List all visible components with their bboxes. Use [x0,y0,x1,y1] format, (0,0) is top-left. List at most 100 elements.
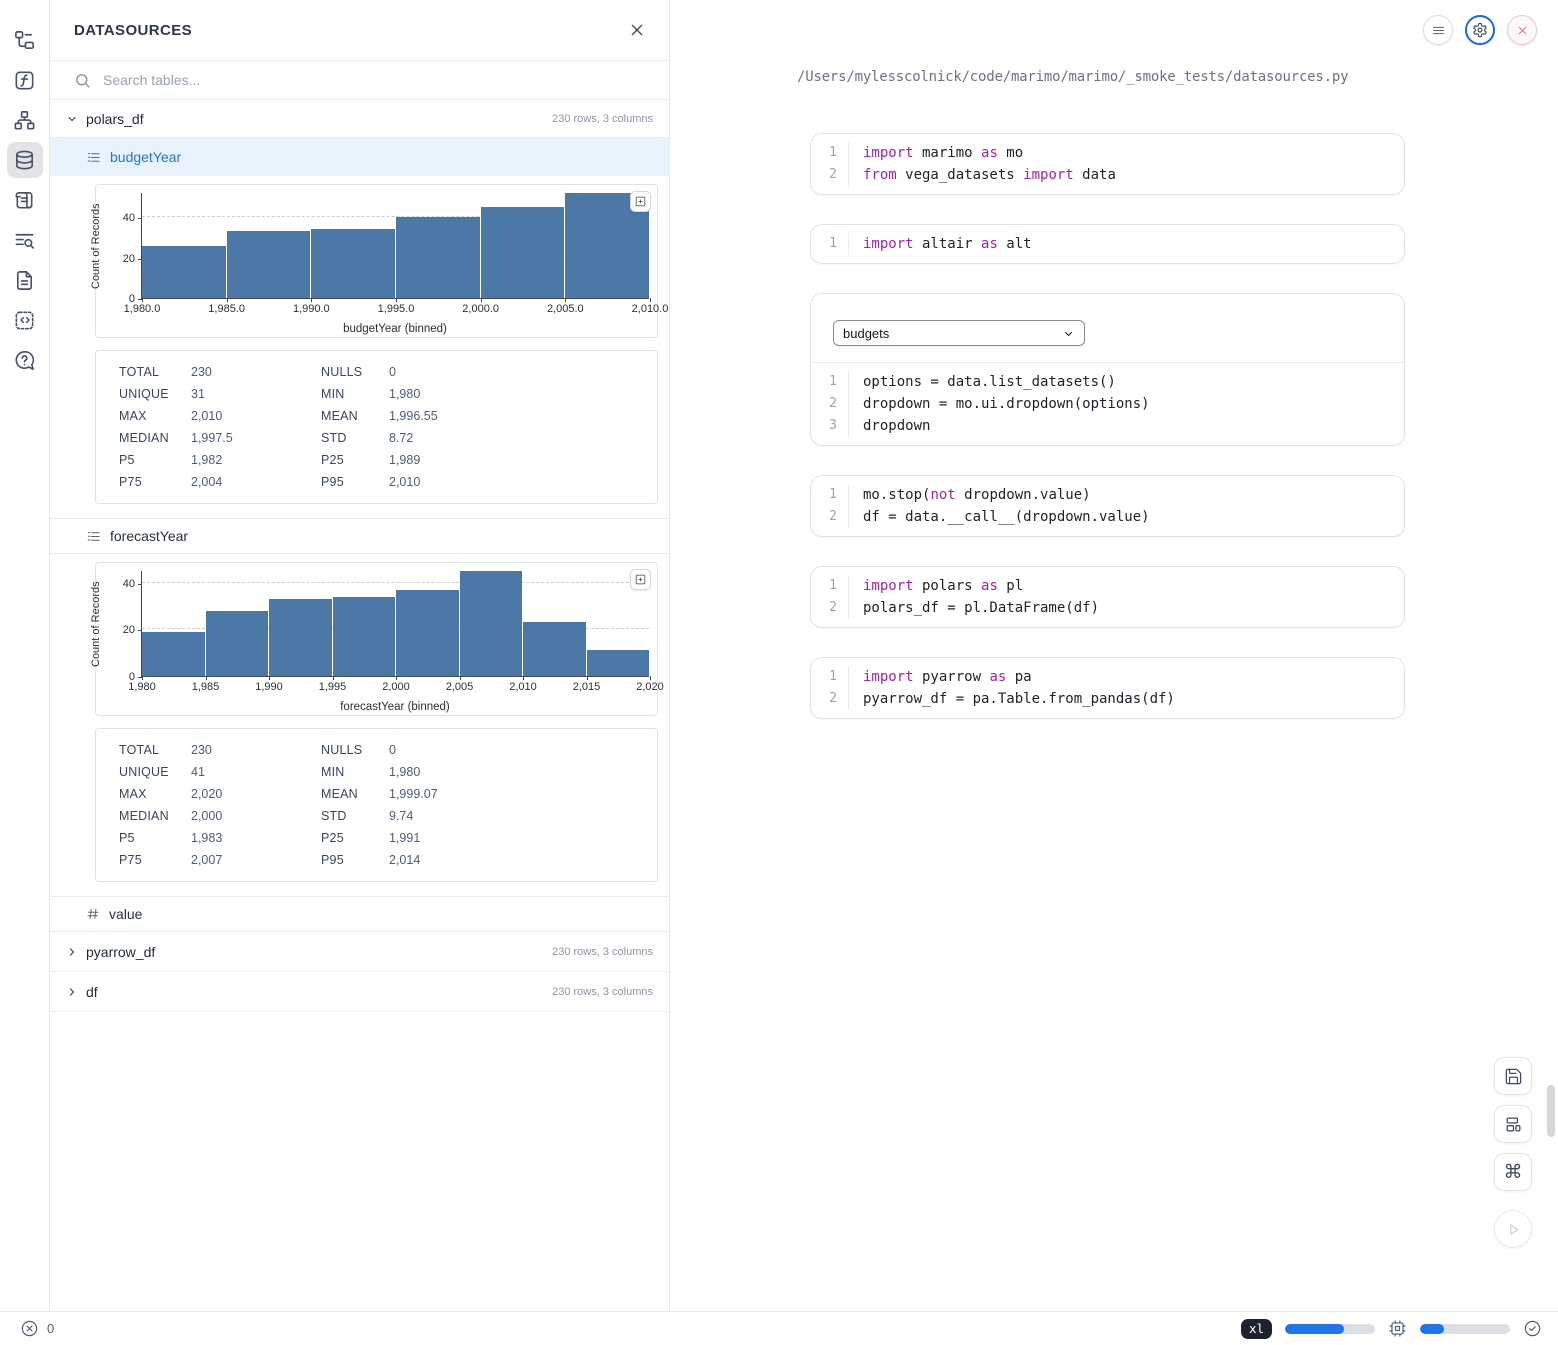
x-tick [396,676,397,680]
numbered-list-icon [86,150,101,165]
hash-icon [86,907,100,921]
histogram-bar [206,611,269,676]
column-row-budgetYear[interactable]: budgetYear [50,138,669,176]
search-tables-input[interactable] [101,71,645,89]
line-number: 1 [811,575,849,597]
code-line: 2from vega_datasets import data [811,164,1404,186]
stat-value: 2,004 [191,471,321,493]
document-icon[interactable] [7,262,43,298]
expand-chart-button[interactable] [630,569,651,590]
y-axis-label: Count of Records [88,571,104,677]
y-tick-label: 40 [123,578,135,590]
scrollbar-thumb[interactable] [1547,1085,1555,1137]
error-count: 0 [47,1321,54,1336]
table-meta: 230 rows, 3 columns [552,946,653,958]
file-path: /Users/mylesscolnick/code/marimo/marimo/… [797,69,1348,85]
x-tick [269,676,270,680]
hamburger-icon [1431,23,1446,38]
shutdown-button[interactable] [1507,15,1537,45]
column-name: forecastYear [110,528,188,544]
x-tick-label: 2,020 [636,681,664,693]
expand-chart-button[interactable] [630,191,651,212]
command-palette-button[interactable]: ⌘ [1494,1153,1532,1191]
line-number: 1 [811,371,849,393]
chevron-right-icon [66,986,78,998]
code-line: 3dropdown [811,415,1404,437]
histogram-bar [396,217,480,298]
x-tick-label: 1,995 [319,681,347,693]
x-tick-label: 2,010 [509,681,537,693]
panel-title: DATASOURCES [74,22,192,39]
scroll-icon[interactable] [7,182,43,218]
column-row-value[interactable]: value [50,896,669,932]
save-button[interactable] [1494,1057,1532,1095]
chevron-down-icon [66,113,78,125]
floating-actions: ⌘ [1494,1057,1532,1248]
x-tick-label: 1,990 [255,681,283,693]
stat-value: 2,010 [389,471,647,493]
code-cell[interactable]: budgets1options = data.list_datasets()2d… [810,293,1405,446]
y-tick-label: 40 [123,212,135,224]
table-row-df[interactable]: df 230 rows, 3 columns [50,972,669,1012]
numbered-list-icon [86,529,101,544]
width-badge[interactable]: xl [1241,1319,1272,1339]
code-line: 1options = data.list_datasets() [811,371,1404,393]
dataset-dropdown[interactable]: budgets [833,320,1085,346]
stat-value: 9.74 [389,805,647,827]
chevron-down-icon [1062,327,1075,340]
search-row [50,61,669,100]
stat-value: 1,997.5 [191,427,321,449]
errors-indicator[interactable]: 0 [20,1319,54,1338]
code-cell[interactable]: 1import altair as alt [810,224,1405,264]
close-icon [1516,24,1529,37]
code-cell[interactable]: 1mo.stop(not dropdown.value)2df = data._… [810,475,1405,537]
x-tick-label: 2,015 [573,681,601,693]
stat-value: 8.72 [389,427,647,449]
run-all-button[interactable] [1494,1210,1532,1248]
code-line: 1import altair as alt [811,233,1404,255]
table-name: pyarrow_df [86,944,155,960]
code-line: 2df = data.__call__(dropdown.value) [811,506,1404,528]
topbar [1423,15,1537,45]
help-icon[interactable] [7,342,43,378]
x-tick-label: 1,985.0 [208,303,245,315]
x-tick-label: 1,980.0 [124,303,161,315]
circle-x-icon [20,1319,39,1338]
layout-button[interactable] [1494,1105,1532,1143]
bars [142,193,649,298]
datasources-icon[interactable] [7,142,43,178]
snippets-icon[interactable] [7,302,43,338]
histogram-bar [396,590,459,676]
code-cell[interactable]: 1import pyarrow as pa2pyarrow_df = pa.Ta… [810,657,1405,719]
plot-area: 020401,9801,9851,9901,9952,0002,0052,010… [141,571,649,677]
close-panel-icon[interactable] [629,22,645,38]
menu-button[interactable] [1423,15,1453,45]
code-cell[interactable]: 1import polars as pl2polars_df = pl.Data… [810,566,1405,628]
stat-value: 2,010 [191,405,321,427]
line-number: 1 [811,142,849,164]
line-number: 2 [811,688,849,710]
line-number: 2 [811,164,849,186]
search-list-icon[interactable] [7,222,43,258]
connection-check-icon[interactable] [1523,1319,1542,1338]
graph-icon[interactable] [7,102,43,138]
stat-label: P75 [119,849,191,871]
stat-value: 2,007 [191,849,321,871]
x-tick [565,298,566,302]
settings-button[interactable] [1465,15,1495,45]
stat-label: P95 [321,849,389,871]
stat-label: P95 [321,471,389,493]
stat-label: MIN [321,383,389,405]
code-cell[interactable]: 1import marimo as mo2from vega_datasets … [810,133,1405,195]
stat-value: 1,991 [389,827,647,849]
column-row-forecastYear[interactable]: forecastYear [50,518,669,554]
line-number: 1 [811,484,849,506]
function-icon[interactable] [7,62,43,98]
histogram-bar [227,231,311,298]
table-row-polars-df[interactable]: polars_df 230 rows, 3 columns [50,100,669,138]
table-row-pyarrow-df[interactable]: pyarrow_df 230 rows, 3 columns [50,932,669,972]
stat-label: MEAN [321,405,389,427]
y-tick-label: 20 [123,624,135,636]
code-line: 1import polars as pl [811,575,1404,597]
file-tree-icon[interactable] [7,22,43,58]
